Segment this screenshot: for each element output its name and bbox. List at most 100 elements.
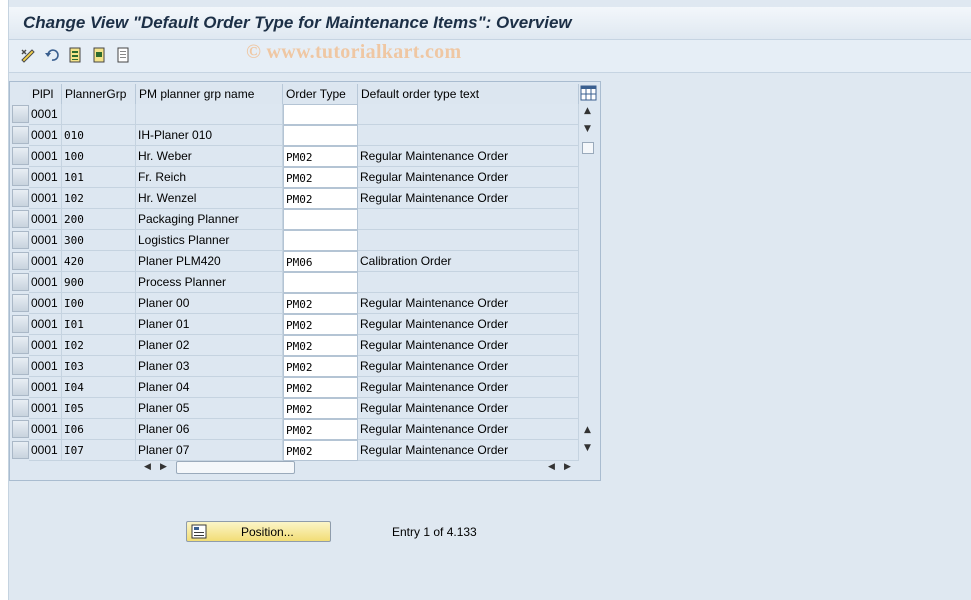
table-row: 0001 I05 Planer 05 PM02 Regular Maintenance …	[10, 398, 579, 419]
row-selector[interactable]	[12, 336, 29, 354]
column-header-plpl[interactable]: PlPl	[29, 84, 62, 104]
scroll-thumb[interactable]	[582, 142, 594, 154]
cell-order-type[interactable]: PM06	[283, 251, 358, 272]
cell-plpl: 0001	[29, 335, 62, 356]
cell-plpl: 0001	[29, 230, 62, 251]
column-header-planner-name[interactable]: PM planner grp name	[136, 84, 283, 104]
scroll-down-arrow-icon[interactable]: ▼	[584, 124, 591, 134]
cell-plpl: 0001	[29, 440, 62, 461]
cell-plpl: 0001	[29, 209, 62, 230]
cell-order-type[interactable]: PM02	[283, 146, 358, 167]
cell-planner-name: Fr. Reich	[136, 167, 283, 188]
watermark: © www.tutorialkart.com	[246, 41, 462, 63]
cell-planner-group: I01	[62, 314, 136, 335]
row-selector[interactable]	[12, 357, 29, 375]
cell-order-type[interactable]: PM02	[283, 398, 358, 419]
row-selector[interactable]	[12, 252, 29, 270]
cell-order-type-text	[358, 272, 579, 293]
cell-planner-name: Planer 01	[136, 314, 283, 335]
select-block-icon[interactable]	[91, 46, 109, 64]
row-selector[interactable]	[12, 189, 29, 207]
scroll-page-up-arrow-icon[interactable]: ▲	[584, 425, 591, 435]
table-row: 0001 420 Planer PLM420 PM06 Calibration Orde…	[10, 251, 579, 272]
cell-plpl: 0001	[29, 125, 62, 146]
cell-planner-name: IH-Planer 010	[136, 125, 283, 146]
row-selector[interactable]	[12, 147, 29, 165]
row-selector[interactable]	[12, 126, 29, 144]
table-settings-icon[interactable]	[580, 84, 597, 102]
row-selector[interactable]	[12, 399, 29, 417]
row-selector[interactable]	[12, 420, 29, 438]
column-header-plannergrp[interactable]: PlannerGrp	[62, 84, 136, 104]
deselect-all-icon[interactable]	[115, 46, 133, 64]
table-control: PlPl PlannerGrp PM planner grp name Orde…	[9, 81, 601, 481]
cell-plpl: 0001	[29, 146, 62, 167]
table-row: 0001 I03 Planer 03 PM02 Regular Maintenance …	[10, 356, 579, 377]
row-selector[interactable]	[12, 210, 29, 228]
cell-planner-group: I07	[62, 440, 136, 461]
table-row: 0001 I00 Planer 00 PM02 Regular Maintenance …	[10, 293, 579, 314]
application-toolbar	[9, 40, 971, 73]
row-selector[interactable]	[12, 441, 29, 459]
table-row: 0001 100 Hr. Weber PM02 Regular Maintenance …	[10, 146, 579, 167]
row-selector[interactable]	[12, 294, 29, 312]
display-change-icon[interactable]	[19, 46, 37, 64]
cell-planner-group: 420	[62, 251, 136, 272]
column-header-order-type-text[interactable]: Default order type text	[358, 84, 579, 104]
cell-order-type[interactable]	[283, 230, 358, 251]
row-selector[interactable]	[12, 273, 29, 291]
position-button-label: Position...	[241, 525, 294, 539]
scroll-left-arrow-icon[interactable]: ◀	[144, 462, 151, 472]
select-all-icon[interactable]	[67, 46, 85, 64]
table-row: 0001 I06 Planer 06 PM02 Regular Maintenance …	[10, 419, 579, 440]
cell-planner-name: Planer 06	[136, 419, 283, 440]
row-selector[interactable]	[12, 168, 29, 186]
table-row: 0001 101 Fr. Reich PM02 Regular Maintenance …	[10, 167, 579, 188]
cell-order-type-text: Regular Maintenance Order	[358, 377, 579, 398]
table-row: 0001 200 Packaging Planner	[10, 209, 579, 230]
cell-planner-group: 300	[62, 230, 136, 251]
cell-order-type[interactable]: PM02	[283, 293, 358, 314]
cell-order-type[interactable]: PM02	[283, 356, 358, 377]
scroll-left-arrow-icon[interactable]: ◀	[548, 462, 555, 472]
cell-order-type[interactable]	[283, 104, 358, 125]
cell-order-type[interactable]: PM02	[283, 188, 358, 209]
scroll-right-arrow-icon[interactable]: ▶	[564, 462, 571, 472]
vertical-scrollbar[interactable]: ▲ ▼ ▲ ▼	[579, 102, 597, 457]
cell-order-type-text	[358, 125, 579, 146]
cell-planner-name: Planer 07	[136, 440, 283, 461]
cell-order-type[interactable]	[283, 209, 358, 230]
cell-order-type[interactable]: PM02	[283, 377, 358, 398]
cell-planner-group: I00	[62, 293, 136, 314]
undo-icon[interactable]	[43, 46, 61, 64]
cell-order-type-text: Regular Maintenance Order	[358, 314, 579, 335]
cell-planner-name: Hr. Wenzel	[136, 188, 283, 209]
entry-counter: Entry 1 of 4.133	[392, 525, 477, 539]
cell-plpl: 0001	[29, 188, 62, 209]
cell-order-type[interactable]	[283, 272, 358, 293]
row-selector[interactable]	[12, 378, 29, 396]
cell-order-type[interactable]: PM02	[283, 167, 358, 188]
scroll-right-arrow-icon[interactable]: ▶	[160, 462, 167, 472]
cell-planner-name: Planer 03	[136, 356, 283, 377]
position-button[interactable]: Position...	[186, 521, 331, 542]
scroll-page-down-arrow-icon[interactable]: ▼	[584, 443, 591, 453]
cell-planner-group: I05	[62, 398, 136, 419]
cell-plpl: 0001	[29, 356, 62, 377]
cell-planner-name: Planer 02	[136, 335, 283, 356]
table-row: 0001 010 IH-Planer 010	[10, 125, 579, 146]
row-selector[interactable]	[12, 105, 29, 123]
cell-order-type[interactable]: PM02	[283, 419, 358, 440]
cell-order-type[interactable]	[283, 125, 358, 146]
cell-order-type[interactable]: PM02	[283, 314, 358, 335]
row-selector[interactable]	[12, 315, 29, 333]
cell-order-type[interactable]: PM02	[283, 440, 358, 461]
table-row: 0001 I07 Planer 07 PM02 Regular Maintenance …	[10, 440, 579, 461]
column-header-order-type[interactable]: Order Type	[283, 84, 358, 104]
scroll-up-arrow-icon[interactable]: ▲	[584, 106, 591, 116]
horizontal-scrollbar[interactable]: ◀ ▶ ◀ ▶	[140, 459, 580, 477]
cell-order-type[interactable]: PM02	[283, 335, 358, 356]
cell-planner-name	[136, 104, 283, 125]
scroll-thumb-horizontal[interactable]	[176, 461, 295, 474]
row-selector[interactable]	[12, 231, 29, 249]
